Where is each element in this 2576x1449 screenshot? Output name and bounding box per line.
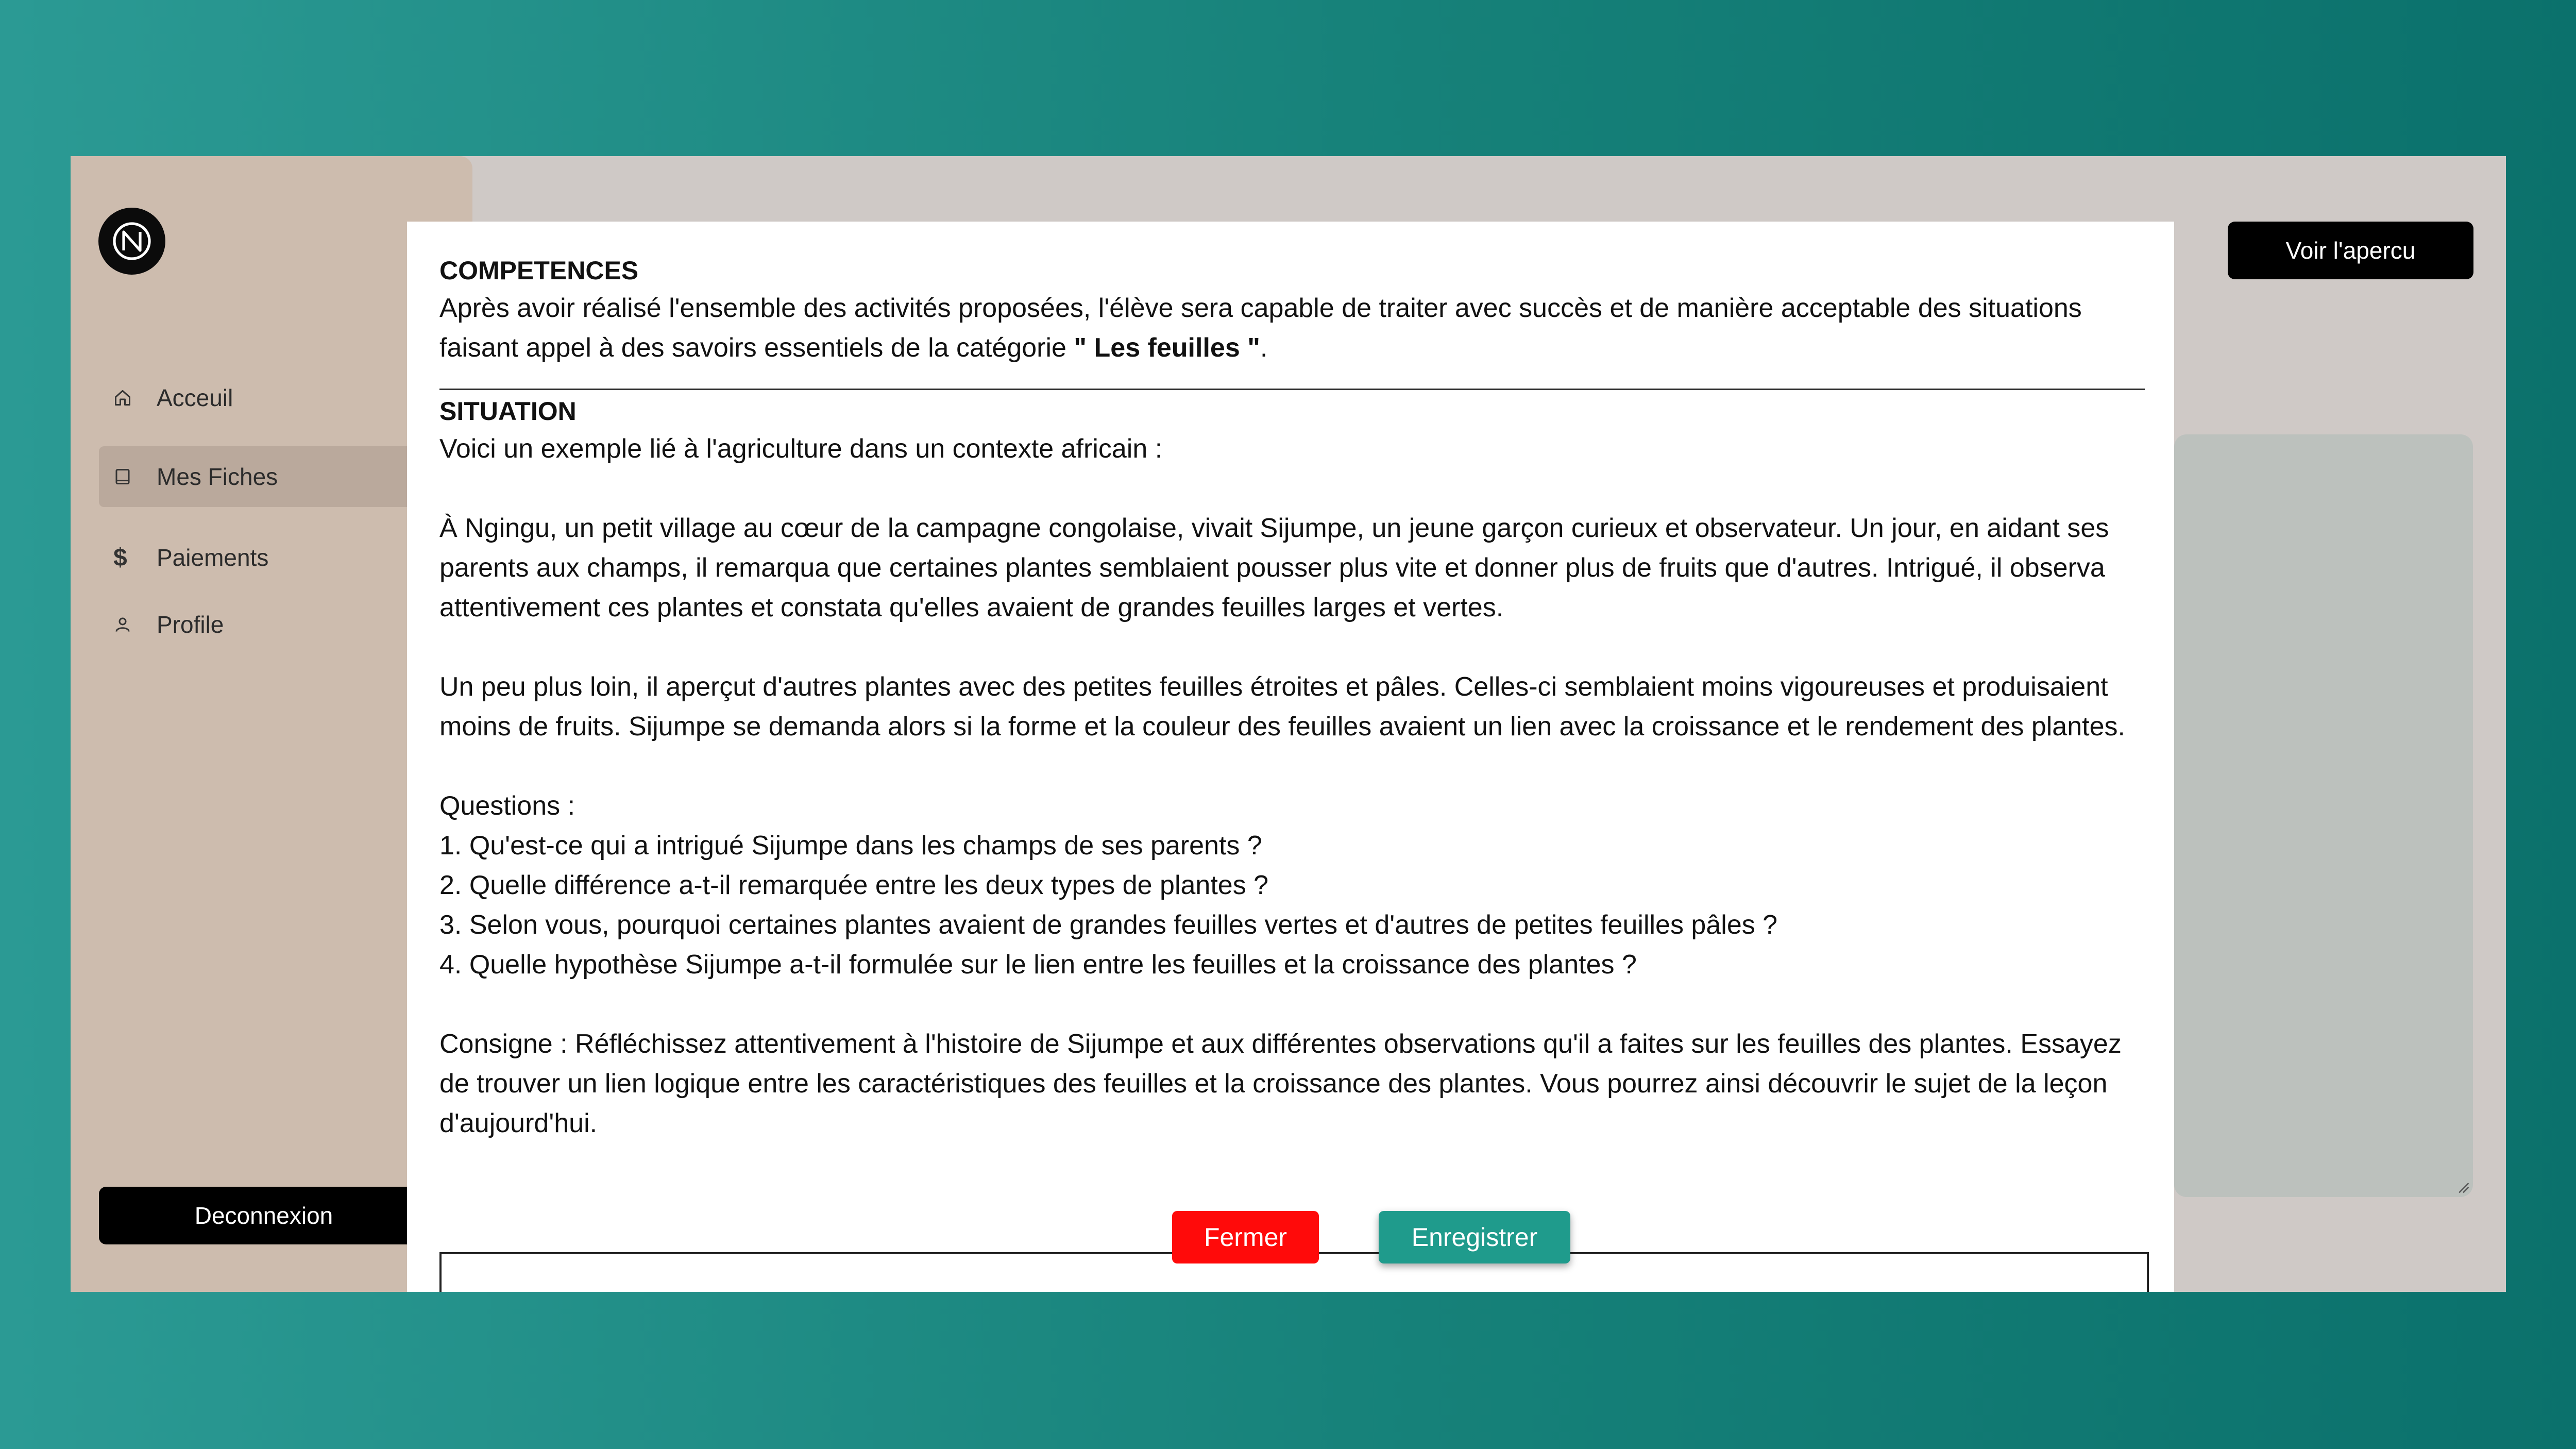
logo-icon [113, 222, 151, 260]
sidebar-item-paiements[interactable]: $ Paiements [99, 527, 460, 588]
close-button[interactable]: Fermer [1172, 1211, 1319, 1263]
competences-text: Après avoir réalisé l'ensemble des activ… [439, 293, 2090, 363]
consigne-text: Consigne : Réfléchissez attentivement à … [439, 1029, 2129, 1138]
situation-paragraph-1: À Ngingu, un petit village au cœur de la… [439, 513, 2116, 622]
question-item: 3. Selon vous, pourquoi certaines plante… [439, 910, 1778, 940]
questions-label: Questions : [439, 791, 575, 821]
sidebar-item-label: Mes Fiches [157, 463, 278, 490]
app-window: Acceuil Mes Fiches $ Paiements Profile D… [71, 156, 2506, 1292]
dollar-icon: $ [113, 544, 127, 571]
user-icon [99, 615, 144, 634]
content-textarea[interactable] [2174, 434, 2473, 1197]
fiche-modal: COMPETENCES Après avoir réalisé l'ensemb… [407, 222, 2174, 1292]
situation-title: SITUATION [439, 397, 577, 426]
question-item: 4. Quelle hypothèse Sijumpe a-t-il formu… [439, 950, 1637, 980]
save-button[interactable]: Enregistrer [1379, 1211, 1570, 1263]
sidebar-item-label: Paiements [157, 544, 269, 571]
situation-paragraph-2: Un peu plus loin, il aperçut d'autres pl… [439, 672, 2125, 742]
competences-title: COMPETENCES [439, 256, 639, 285]
book-icon [99, 467, 144, 486]
logout-button[interactable]: Deconnexion [99, 1187, 429, 1244]
sidebar-item-profile[interactable]: Profile [99, 594, 460, 655]
category-name: " Les feuilles " [1074, 333, 1260, 363]
sidebar-item-label: Profile [157, 611, 224, 638]
app-logo[interactable] [98, 208, 165, 275]
question-item: 1. Qu'est-ce qui a intrigué Sijumpe dans… [439, 831, 1262, 861]
resize-handle-icon[interactable] [2456, 1181, 2470, 1194]
situation-intro: Voici un exemple lié à l'agriculture dan… [439, 434, 1163, 464]
home-icon [99, 389, 144, 407]
sidebar-item-acceuil[interactable]: Acceuil [99, 367, 460, 428]
modal-content: COMPETENCES Après avoir réalisé l'ensemb… [439, 252, 2145, 1143]
section-divider [439, 389, 2145, 390]
question-item: 2. Quelle différence a-t-il remarquée en… [439, 870, 1269, 900]
preview-button[interactable]: Voir l'apercu [2228, 222, 2473, 279]
sidebar-item-mes-fiches[interactable]: Mes Fiches [99, 446, 460, 507]
sidebar-item-label: Acceuil [157, 384, 233, 411]
